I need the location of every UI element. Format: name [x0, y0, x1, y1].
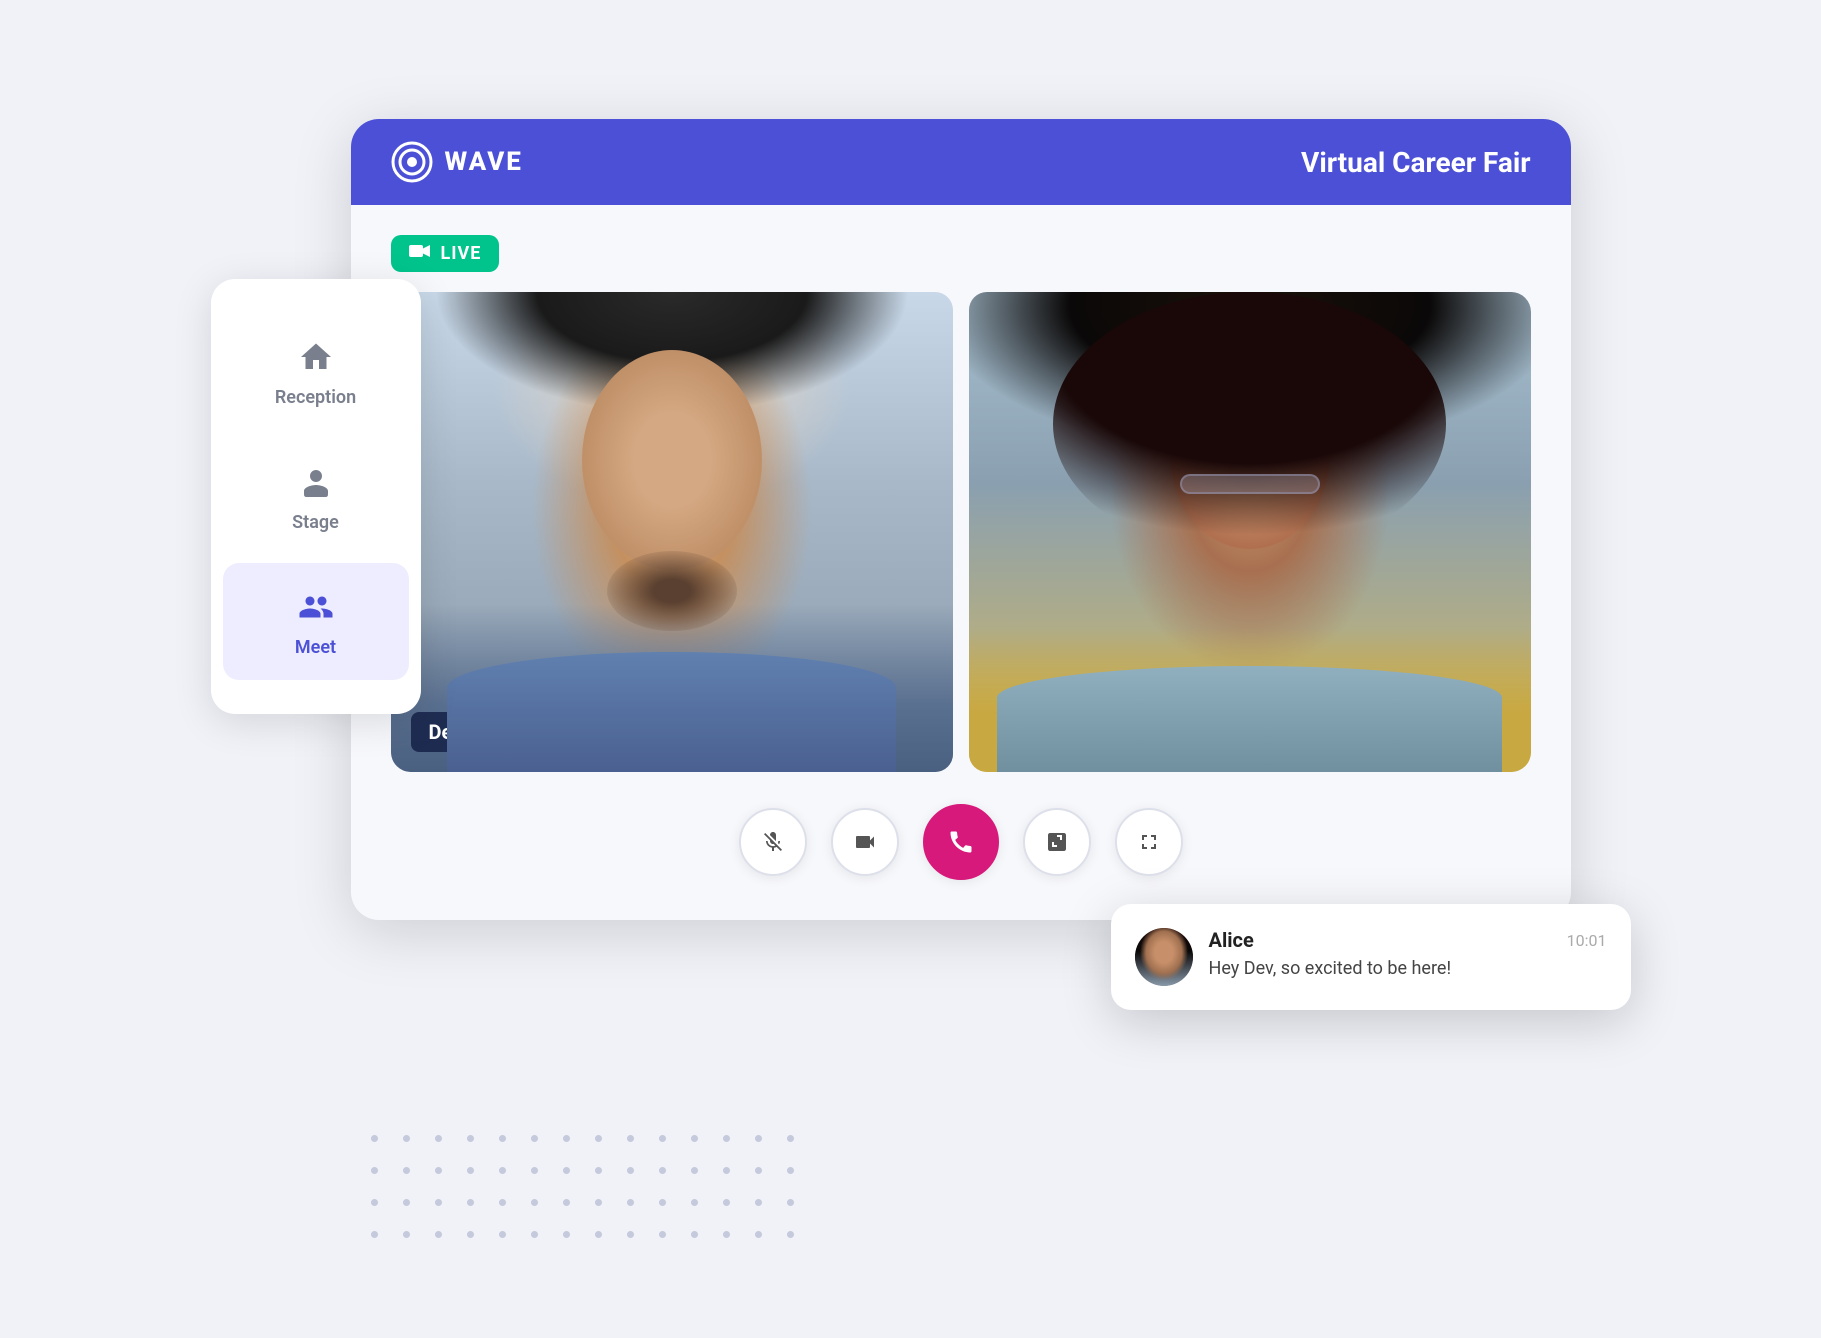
dot-decoration — [371, 1135, 378, 1142]
chat-body: Alice 10:01 Hey Dev, so excited to be he… — [1209, 928, 1607, 979]
logo: WAVE — [391, 141, 523, 183]
dot-decoration — [755, 1231, 762, 1238]
fullscreen-button[interactable] — [1115, 808, 1183, 876]
dot-decoration — [691, 1231, 698, 1238]
stage-label: Stage — [292, 512, 339, 533]
dot-decoration — [787, 1231, 794, 1238]
dot-decoration — [403, 1199, 410, 1206]
dot-grid-decoration: // generate dots const grid = document.q… — [371, 1135, 805, 1249]
sidebar-item-meet[interactable]: Meet — [223, 563, 409, 680]
dot-decoration — [371, 1167, 378, 1174]
chat-message: Hey Dev, so excited to be here! — [1209, 958, 1607, 979]
dot-decoration — [499, 1167, 506, 1174]
reception-label: Reception — [275, 387, 356, 408]
dot-decoration — [787, 1167, 794, 1174]
dot-decoration — [595, 1199, 602, 1206]
dot-decoration — [403, 1231, 410, 1238]
dot-decoration — [691, 1199, 698, 1206]
chat-avatar — [1135, 928, 1193, 986]
chat-sender: Alice — [1209, 928, 1254, 952]
camera-button[interactable] — [831, 808, 899, 876]
event-title: Virtual Career Fair — [1301, 146, 1530, 179]
dot-decoration — [563, 1167, 570, 1174]
dot-decoration — [499, 1231, 506, 1238]
dot-decoration — [595, 1135, 602, 1142]
main-card: WAVE Virtual Career Fair LIVE — [351, 119, 1571, 920]
chat-time: 10:01 — [1567, 931, 1607, 950]
dot-decoration — [435, 1167, 442, 1174]
video-cell-dev: Dev Anand — [391, 292, 953, 772]
dot-decoration — [627, 1231, 634, 1238]
dot-decoration — [563, 1135, 570, 1142]
meet-icon — [294, 585, 338, 629]
dot-decoration — [723, 1231, 730, 1238]
dot-decoration — [403, 1135, 410, 1142]
content-area: LIVE Dev Anand — [351, 205, 1571, 920]
dot-decoration — [371, 1199, 378, 1206]
dot-decoration — [499, 1135, 506, 1142]
dot-decoration — [435, 1231, 442, 1238]
end-call-button[interactable] — [923, 804, 999, 880]
expand-button[interactable] — [1023, 808, 1091, 876]
live-label: LIVE — [441, 243, 482, 264]
dot-decoration — [691, 1135, 698, 1142]
chat-header-row: Alice 10:01 — [1209, 928, 1607, 952]
dot-decoration — [627, 1199, 634, 1206]
dot-decoration — [467, 1135, 474, 1142]
stage-icon — [294, 460, 338, 504]
video-cell-alice: Alice Joyce — [969, 292, 1531, 772]
dot-decoration — [659, 1135, 666, 1142]
dot-decoration — [563, 1231, 570, 1238]
home-icon — [294, 335, 338, 379]
live-badge: LIVE — [391, 235, 500, 272]
dot-decoration — [659, 1167, 666, 1174]
dot-decoration — [467, 1199, 474, 1206]
dot-decoration — [563, 1199, 570, 1206]
dot-decoration — [595, 1231, 602, 1238]
dot-decoration — [435, 1199, 442, 1206]
dot-decoration — [787, 1135, 794, 1142]
dot-decoration — [531, 1199, 538, 1206]
dot-decoration — [435, 1135, 442, 1142]
dot-decoration — [659, 1231, 666, 1238]
dot-decoration — [467, 1231, 474, 1238]
dot-decoration — [531, 1135, 538, 1142]
meet-label: Meet — [295, 637, 336, 658]
dot-decoration — [723, 1135, 730, 1142]
dot-decoration — [787, 1199, 794, 1206]
dot-decoration — [531, 1231, 538, 1238]
dot-decoration — [595, 1167, 602, 1174]
sidebar-item-reception[interactable]: Reception — [223, 313, 409, 430]
camera-live-icon — [409, 243, 431, 264]
video-grid: Dev Anand Alice Joyce — [391, 292, 1531, 772]
dot-decoration — [659, 1199, 666, 1206]
dot-decoration — [499, 1199, 506, 1206]
dot-decoration — [755, 1167, 762, 1174]
mute-button[interactable] — [739, 808, 807, 876]
call-controls — [391, 804, 1531, 880]
sidebar-item-stage[interactable]: Stage — [223, 438, 409, 555]
dot-decoration — [723, 1199, 730, 1206]
sidebar: Reception Stage Meet — [211, 279, 421, 714]
dot-decoration — [403, 1167, 410, 1174]
dot-decoration — [723, 1167, 730, 1174]
dot-decoration — [755, 1135, 762, 1142]
dot-decoration — [755, 1199, 762, 1206]
dot-decoration — [531, 1167, 538, 1174]
scene: Reception Stage Meet — [211, 119, 1611, 1219]
dot-decoration — [691, 1167, 698, 1174]
logo-text: WAVE — [445, 147, 523, 177]
app-header: WAVE Virtual Career Fair — [351, 119, 1571, 205]
dot-decoration — [467, 1167, 474, 1174]
dot-decoration — [627, 1135, 634, 1142]
chat-card: Alice 10:01 Hey Dev, so excited to be he… — [1111, 904, 1631, 1010]
dot-decoration — [371, 1231, 378, 1238]
dot-decoration — [627, 1167, 634, 1174]
